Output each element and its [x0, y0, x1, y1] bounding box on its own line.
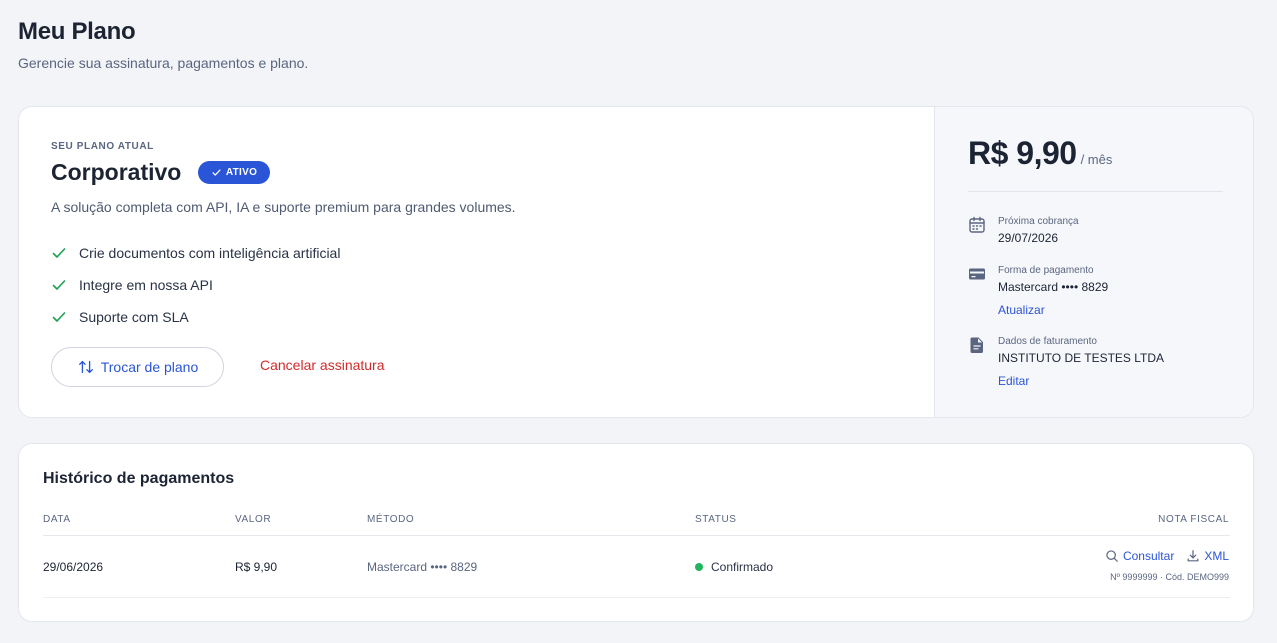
column-header-date: DATA — [43, 514, 71, 525]
table-row-divider — [43, 597, 1230, 598]
cell-method: Mastercard •••• 8829 — [367, 560, 478, 574]
invoice-actions: Consultar XML — [1105, 549, 1229, 563]
history-title: Histórico de pagamentos — [43, 470, 235, 487]
table-header-divider — [43, 535, 1230, 536]
cell-date: 29/06/2026 — [43, 560, 104, 574]
billing-data-value: INSTITUTO DE TESTES LTDA — [998, 351, 1165, 365]
status-badge-label: ATIVO — [225, 167, 258, 178]
update-payment-link[interactable]: Atualizar — [998, 303, 1108, 317]
cell-status: Confirmado — [695, 560, 773, 574]
plan-eyebrow: SEU PLANO ATUAL — [51, 141, 154, 152]
check-icon — [212, 169, 221, 176]
feature-list: Crie documentos com inteligência artific… — [51, 237, 340, 333]
feature-item: Crie documentos com inteligência artific… — [51, 237, 340, 269]
download-icon — [1187, 550, 1199, 562]
consult-invoice-label: Consultar — [1122, 549, 1175, 563]
status-label: Confirmado — [711, 560, 774, 574]
download-xml-label: XML — [1204, 549, 1229, 563]
column-header-method: MÉTODO — [367, 514, 415, 525]
check-icon — [52, 248, 66, 258]
feature-label: Crie documentos com inteligência artific… — [79, 245, 341, 261]
column-header-invoice: NOTA FISCAL — [1158, 514, 1229, 525]
billing-data-label: Dados de faturamento — [998, 336, 1097, 347]
price-row: R$ 9,90 / mês — [968, 135, 1112, 172]
plan-description: A solução completa com API, IA e suporte… — [51, 199, 516, 215]
divider — [968, 191, 1223, 192]
consult-invoice-link[interactable]: Consultar — [1105, 549, 1174, 563]
document-icon — [970, 337, 983, 353]
next-charge-block: Próxima cobrança 29/07/2026 — [968, 215, 1079, 246]
feature-label: Integre em nossa API — [79, 277, 213, 293]
payment-history-card: Histórico de pagamentos DATA VALOR MÉTOD… — [18, 443, 1254, 622]
credit-card-icon — [969, 268, 985, 280]
price-amount: R$ 9,90 — [968, 135, 1077, 171]
feature-item: Suporte com SLA — [51, 301, 340, 333]
edit-billing-link[interactable]: Editar — [998, 374, 1164, 388]
billing-data-block: Dados de faturamento INSTITUTO DE TESTES… — [968, 335, 1164, 388]
plan-name: Corporativo — [51, 159, 182, 185]
cell-value: R$ 9,90 — [235, 560, 278, 574]
next-charge-label: Próxima cobrança — [998, 216, 1079, 227]
cancel-subscription-button[interactable]: Cancelar assinatura — [260, 357, 385, 373]
plan-card: SEU PLANO ATUAL Corporativo ATIVO A solu… — [18, 106, 1254, 418]
column-header-value: VALOR — [235, 514, 272, 525]
page-title: Meu Plano — [18, 18, 136, 45]
page-subtitle: Gerencie sua assinatura, pagamentos e pl… — [18, 55, 309, 71]
download-xml-link[interactable]: XML — [1186, 549, 1229, 563]
feature-label: Suporte com SLA — [79, 309, 189, 325]
status-dot — [695, 563, 703, 571]
invoice-note: Nº 9999999 · Cód. DEMO999 — [1110, 572, 1229, 582]
calendar-icon — [969, 216, 985, 233]
switch-plan-label: Trocar de plano — [100, 359, 199, 375]
payment-method-value: Mastercard •••• 8829 — [998, 280, 1109, 294]
payment-method-label: Forma de pagamento — [998, 265, 1094, 276]
plan-details: SEU PLANO ATUAL Corporativo ATIVO A solu… — [19, 107, 934, 417]
price-period: / mês — [1080, 152, 1113, 167]
switch-plan-button[interactable]: Trocar de plano — [51, 347, 224, 387]
column-header-status: STATUS — [695, 514, 737, 525]
status-badge: ATIVO — [198, 161, 270, 184]
swap-icon — [78, 360, 93, 374]
check-icon — [52, 312, 66, 322]
check-icon — [52, 280, 66, 290]
search-icon — [1106, 550, 1118, 562]
billing-summary: R$ 9,90 / mês Próxima cobrança 29/07/202… — [934, 107, 1253, 417]
feature-item: Integre em nossa API — [51, 269, 340, 301]
next-charge-value: 29/07/2026 — [998, 231, 1059, 245]
payment-method-block: Forma de pagamento Mastercard •••• 8829 … — [968, 264, 1108, 317]
